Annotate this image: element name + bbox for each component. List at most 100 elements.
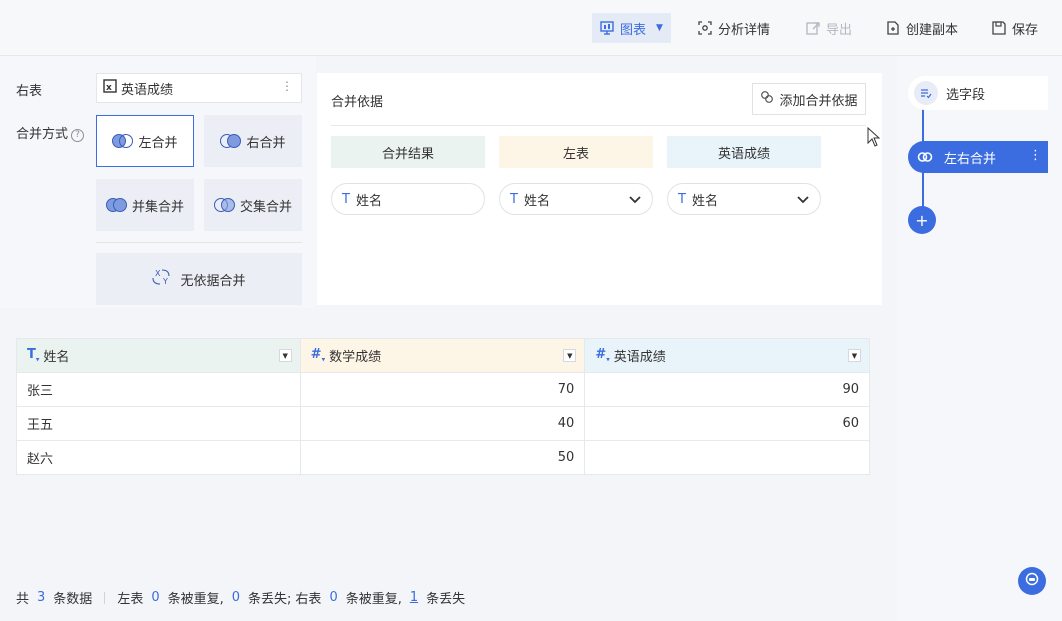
plus-icon: +: [915, 210, 929, 230]
add-merge-basis-button[interactable]: 添加合并依据: [752, 83, 866, 115]
duplicate-button-label: 创建副本: [906, 22, 959, 38]
result-table: T▾ 姓名 ▼ #▾ 数学成绩 ▼ #▾ 英语成绩 ▼ 张三 70 90 王五 40 …: [16, 338, 870, 475]
table-cell: 90: [584, 372, 870, 407]
help-icon[interactable]: ?: [71, 128, 85, 142]
table-row: 王五 40 60: [16, 406, 870, 441]
flow-step-left-right-merge[interactable]: 左右合并 ⋮: [908, 141, 1048, 173]
column-header-label: 数学成绩: [329, 350, 382, 365]
chart-icon: [600, 21, 614, 35]
export-button[interactable]: 导出: [806, 13, 852, 43]
svg-text:X: X: [155, 269, 161, 278]
summary-text: 条数据: [53, 592, 93, 607]
total-count: 3: [37, 590, 46, 605]
flow-step-left-right-merge-label: 左右合并: [944, 151, 997, 167]
merge-summary: 共 3 条数据 左表 0 条被重复, 0 条丢失; 右表 0 条被重复, 1 条…: [16, 588, 465, 607]
intersect-merge-icon: [213, 197, 236, 213]
summary-text: 共: [16, 592, 30, 607]
chat-icon: [1025, 572, 1039, 590]
summary-text: 右表: [295, 592, 322, 607]
chart-button-label: 图表: [620, 22, 647, 38]
column-header-name[interactable]: T▾ 姓名 ▼: [16, 338, 301, 373]
add-step-button[interactable]: +: [908, 206, 936, 234]
left-merge-label: 左合并: [138, 135, 178, 151]
more-icon[interactable]: ⋮: [1029, 148, 1042, 163]
chart-button[interactable]: 图表 ▼: [592, 13, 671, 43]
duplicate-icon: [886, 21, 900, 35]
right-table-value: 英语成绩: [121, 82, 174, 98]
select-fields-icon: [914, 81, 938, 105]
no-basis-merge-label: 无依据合并: [180, 273, 246, 289]
summary-text: 条被重复,: [345, 592, 402, 607]
divider: [104, 591, 106, 604]
text-type-icon: T: [342, 191, 350, 207]
summary-text: 条丢失: [426, 592, 466, 607]
table-row: 张三 70 90: [16, 372, 870, 407]
right-dup-count: 0: [329, 590, 338, 605]
svg-text:Y: Y: [162, 277, 168, 286]
more-icon[interactable]: ⋮: [281, 79, 293, 93]
analysis-icon: [698, 21, 712, 35]
right-lost-count-link[interactable]: 1: [410, 590, 418, 605]
flow-step-select-fields[interactable]: 选字段: [908, 76, 1048, 110]
table-cell: 70: [299, 372, 586, 407]
link-icon: [760, 90, 774, 108]
left-merge-icon: [112, 133, 134, 149]
union-merge-button[interactable]: 并集合并: [96, 179, 194, 231]
right-table-field-select[interactable]: T 姓名: [667, 183, 821, 215]
right-table-select[interactable]: x 英语成绩 ⋮: [96, 73, 302, 103]
no-basis-merge-button[interactable]: XY 无依据合并: [96, 253, 302, 305]
number-type-icon: #▾: [310, 347, 326, 364]
column-header-math[interactable]: #▾ 数学成绩 ▼: [299, 338, 586, 373]
table-cell: 40: [299, 406, 586, 441]
merge-mode-label-text: 合并方式: [16, 127, 69, 142]
save-icon: [992, 21, 1006, 35]
add-merge-basis-label: 添加合并依据: [779, 93, 858, 109]
table-row: 赵六 50: [16, 440, 870, 475]
summary-text: 条丢失;: [248, 592, 292, 607]
merge-mode-label: 合并方式?: [16, 123, 85, 142]
divider: [331, 125, 866, 126]
table-cell: 赵六: [16, 440, 301, 475]
left-dup-count: 0: [151, 590, 160, 605]
left-table-field-select[interactable]: T 姓名: [499, 183, 653, 215]
column-header-english[interactable]: #▾ 英语成绩 ▼: [584, 338, 870, 373]
text-type-icon: T▾: [27, 347, 40, 364]
text-type-icon: T: [678, 191, 686, 207]
analysis-button-label: 分析详情: [718, 22, 771, 38]
right-table-field-value: 姓名: [691, 193, 718, 209]
divider: [96, 242, 302, 243]
column-menu-icon[interactable]: ▼: [563, 349, 577, 362]
help-chat-button[interactable]: [1018, 567, 1046, 595]
flow-step-select-fields-label: 选字段: [946, 87, 986, 103]
right-merge-button[interactable]: 右合并: [204, 115, 302, 167]
union-merge-icon: [105, 197, 128, 213]
right-merge-icon: [220, 133, 242, 149]
intersect-merge-button[interactable]: 交集合并: [204, 179, 302, 231]
union-merge-label: 并集合并: [131, 199, 184, 215]
mouse-cursor-icon: [867, 127, 881, 147]
merge-circles-icon: [914, 146, 936, 168]
summary-text: 左表: [117, 592, 144, 607]
export-button-label: 导出: [826, 22, 853, 38]
column-header-label: 姓名: [43, 350, 70, 365]
left-table-column-header: 左表: [499, 136, 653, 168]
merge-result-field-input[interactable]: T 姓名: [331, 183, 485, 215]
analysis-button[interactable]: 分析详情: [698, 13, 770, 43]
merge-result-field-value: 姓名: [355, 193, 382, 209]
column-menu-icon[interactable]: ▼: [848, 349, 861, 362]
top-toolbar: 图表 ▼ 分析详情 导出 创建副本 保存: [0, 0, 1062, 56]
save-button[interactable]: 保存: [992, 13, 1038, 43]
svg-text:x: x: [106, 83, 112, 93]
left-merge-button[interactable]: 左合并: [96, 115, 194, 167]
duplicate-button[interactable]: 创建副本: [886, 13, 958, 43]
chevron-down-icon: ▼: [656, 23, 663, 33]
chevron-down-icon: [796, 192, 810, 206]
table-icon: x: [103, 79, 117, 97]
number-type-icon: #▾: [595, 347, 610, 364]
right-merge-label: 右合并: [246, 135, 286, 151]
column-menu-icon[interactable]: ▼: [278, 349, 292, 362]
table-cell: 60: [584, 406, 870, 441]
swap-xy-icon: XY: [152, 268, 172, 290]
merge-basis-panel: 合并依据 添加合并依据 合并结果 左表 英语成绩 T 姓名 T 姓名 T 姓名: [317, 73, 882, 305]
table-cell: 张三: [16, 372, 301, 407]
